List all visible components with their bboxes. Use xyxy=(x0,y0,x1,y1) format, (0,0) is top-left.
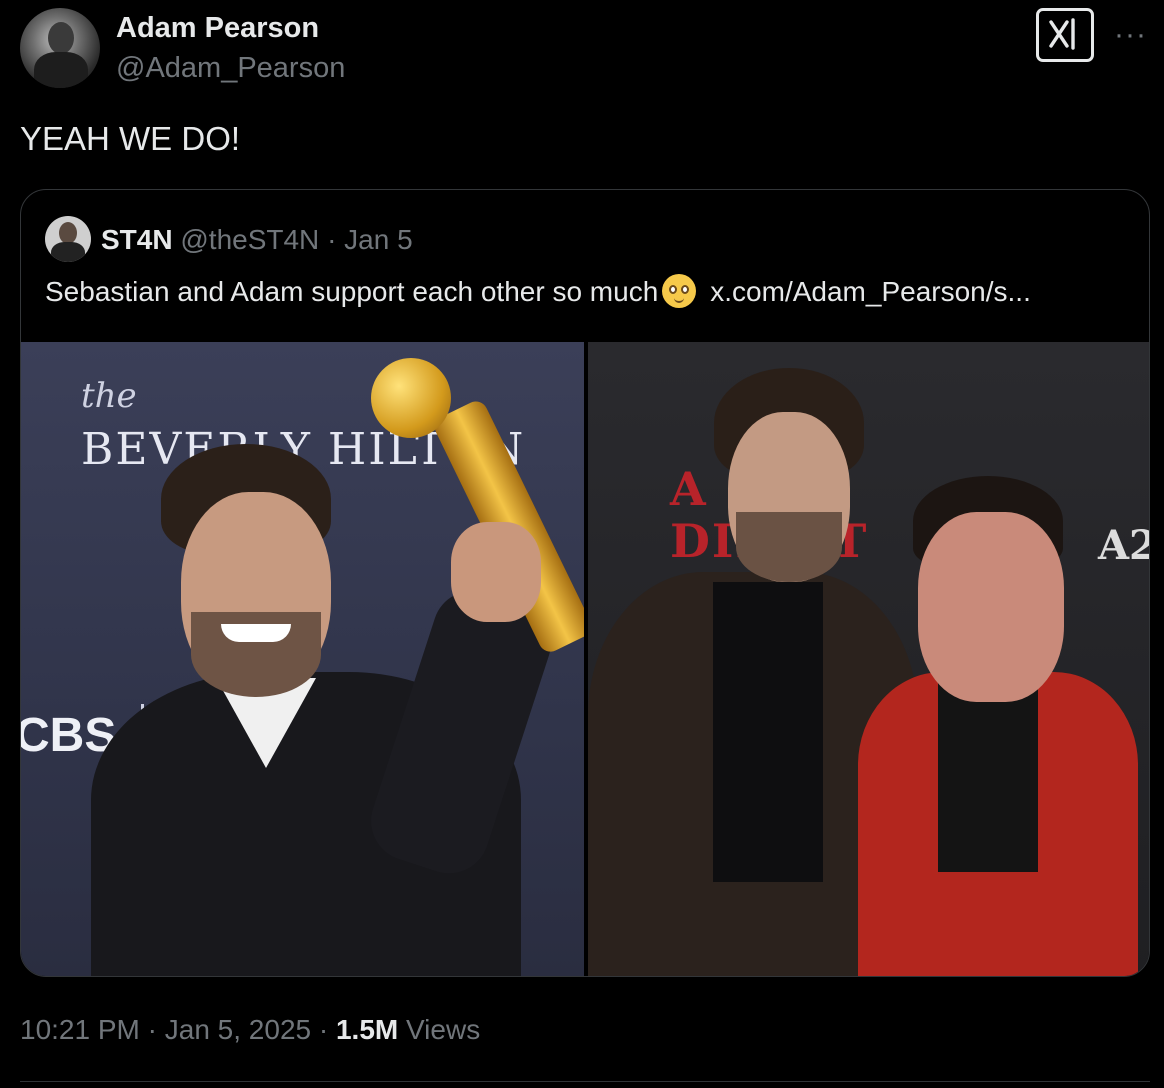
left-person-beard xyxy=(736,512,842,582)
smiling-face-with-tear-icon xyxy=(662,274,697,308)
post-date[interactable]: Jan 5, 2025 xyxy=(165,1014,311,1045)
author-handle[interactable]: @Adam_Pearson xyxy=(116,52,345,85)
quoted-post-date[interactable]: Jan 5 xyxy=(344,224,413,255)
header-separator: · xyxy=(327,224,337,255)
grok-button[interactable] xyxy=(1036,8,1094,62)
left-person-shirt xyxy=(713,582,823,882)
right-person-shirt xyxy=(938,682,1038,872)
quoted-author-handle[interactable]: @theST4N xyxy=(180,224,319,255)
quoted-photo-golden-globe[interactable]: the BEVERLY HILTON CBS xyxy=(21,342,584,976)
figure-smile xyxy=(221,624,291,642)
meta-separator: · xyxy=(311,1014,336,1045)
post-time[interactable]: 10:21 PM xyxy=(20,1014,140,1045)
quoted-avatar-body xyxy=(51,242,85,262)
golden-globe-trophy xyxy=(371,358,451,438)
poster-brand-logo: A2 xyxy=(1098,522,1149,569)
post-text: YEAH WE DO! xyxy=(20,120,241,157)
quoted-post-text-line: Sebastian and Adam support each other so… xyxy=(45,274,1031,308)
author-display-name[interactable]: Adam Pearson xyxy=(116,12,319,45)
quoted-author-avatar[interactable] xyxy=(45,216,91,262)
quoted-post-text: Sebastian and Adam support each other so… xyxy=(45,276,659,307)
views-label: Views xyxy=(398,1014,481,1045)
author-avatar[interactable] xyxy=(20,8,100,88)
quoted-post-card[interactable]: ST4N @theST4N · Jan 5 Sebastian and Adam… xyxy=(20,189,1150,977)
quoted-post-header: ST4N @theST4N · Jan 5 xyxy=(101,224,413,256)
right-person-face xyxy=(918,512,1064,702)
meta-separator: · xyxy=(139,1014,165,1045)
quoted-photo-premiere[interactable]: A DIF NT A2 xyxy=(588,342,1149,976)
grok-icon xyxy=(1049,18,1075,50)
quoted-post-link[interactable]: x.com/Adam_Pearson/s... xyxy=(710,276,1031,307)
figure-hand xyxy=(451,522,541,622)
avatar-body xyxy=(34,52,88,88)
quoted-avatar-face xyxy=(59,222,77,244)
post-metadata: 10:21 PM · Jan 5, 2025 · 1.5M Views xyxy=(20,1014,480,1046)
quoted-author-name[interactable]: ST4N xyxy=(101,224,173,255)
more-options-icon[interactable]: ··· xyxy=(1114,18,1147,52)
avatar-head xyxy=(48,22,74,54)
poster-letter-a: A xyxy=(670,462,706,516)
bottom-divider xyxy=(20,1081,1150,1082)
backdrop-the: the xyxy=(81,376,137,416)
views-count: 1.5M xyxy=(335,1014,399,1045)
